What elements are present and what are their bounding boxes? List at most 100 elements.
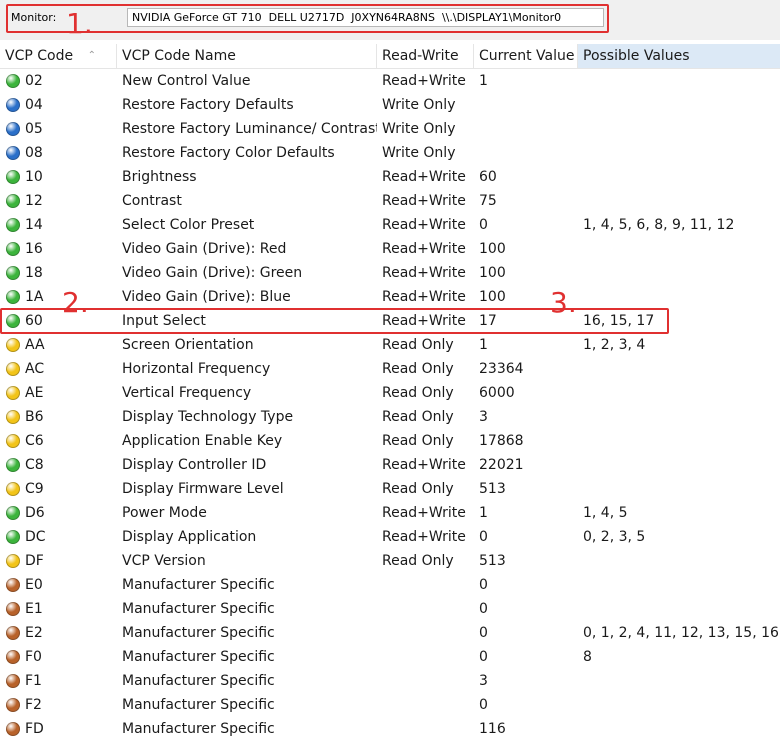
cell-vcp-code: 02 [25, 73, 43, 89]
status-dot-icon [6, 98, 20, 112]
table-row[interactable]: AE Vertical Frequency Read Only 6000 [0, 381, 780, 405]
cell-vcp-name: Restore Factory Luminance/ Contrast [122, 121, 377, 137]
cell-vcp-code: DF [25, 553, 44, 569]
table-row[interactable]: 18 Video Gain (Drive): Green Read+Write 100 [0, 261, 780, 285]
table-row[interactable]: C8 Display Controller ID Read+Write 22021 [0, 453, 780, 477]
cell-current-value: 0 [479, 697, 488, 713]
table-row[interactable]: DF VCP Version Read Only 513 [0, 549, 780, 573]
column-header-vcp-code[interactable]: VCP Code ⌃ [0, 44, 117, 68]
cell-vcp-code: 04 [25, 97, 43, 113]
cell-read-write: Read+Write [382, 241, 466, 257]
table-row[interactable]: 1A Video Gain (Drive): Blue Read+Write 100 [0, 285, 780, 309]
cell-vcp-name: Manufacturer Specific [122, 577, 275, 593]
table-row[interactable]: 04 Restore Factory Defaults Write Only [0, 93, 780, 117]
cell-current-value: 22021 [479, 457, 524, 473]
status-dot-icon [6, 410, 20, 424]
table-row[interactable]: 14 Select Color Preset Read+Write 0 1, 4, 5,… [0, 213, 780, 237]
cell-vcp-name: Application Enable Key [122, 433, 283, 449]
cell-current-value [479, 93, 578, 117]
table-row[interactable]: 08 Restore Factory Color Defaults Write On… [0, 141, 780, 165]
table-row[interactable]: F0 Manufacturer Specific 0 8 [0, 645, 780, 669]
cell-vcp-code: 14 [25, 217, 43, 233]
cell-read-write: Read+Write [382, 73, 466, 89]
table-row[interactable]: C9 Display Firmware Level Read Only 513 [0, 477, 780, 501]
cell-vcp-name: Screen Orientation [122, 337, 254, 353]
status-dot-icon [6, 242, 20, 256]
cell-current-value: 17868 [479, 433, 524, 449]
table-row[interactable]: E2 Manufacturer Specific 0 0, 1, 2, 4, 11, … [0, 621, 780, 645]
cell-vcp-code: D6 [25, 505, 45, 521]
cell-read-write: Read+Write [382, 193, 466, 209]
status-dot-icon [6, 122, 20, 136]
cell-read-write [382, 669, 474, 693]
column-header-possible-values[interactable]: Possible Values [578, 44, 780, 68]
status-dot-icon [6, 218, 20, 232]
cell-vcp-name: VCP Version [122, 553, 206, 569]
table-row[interactable]: 05 Restore Factory Luminance/ Contrast Wri… [0, 117, 780, 141]
table-row[interactable]: 16 Video Gain (Drive): Red Read+Write 100 [0, 237, 780, 261]
table-row[interactable]: B6 Display Technology Type Read Only 3 [0, 405, 780, 429]
status-dot-icon [6, 290, 20, 304]
cell-current-value: 0 [479, 577, 488, 593]
cell-possible-values: 1, 2, 3, 4 [583, 337, 646, 353]
cell-vcp-name: Video Gain (Drive): Blue [122, 289, 291, 305]
table-row[interactable]: AA Screen Orientation Read Only 1 1, 2, 3, 4 [0, 333, 780, 357]
cell-vcp-code: DC [25, 529, 46, 545]
status-dot-icon [6, 698, 20, 712]
status-dot-icon [6, 650, 20, 664]
table-row[interactable]: E0 Manufacturer Specific 0 [0, 573, 780, 597]
status-dot-icon [6, 170, 20, 184]
cell-current-value: 513 [479, 553, 506, 569]
annotation-number-1: 1. [66, 7, 93, 40]
cell-possible-values [583, 357, 780, 381]
table-row[interactable]: 12 Contrast Read+Write 75 [0, 189, 780, 213]
table-row[interactable]: FD Manufacturer Specific 116 [0, 717, 780, 741]
table-row[interactable]: E1 Manufacturer Specific 0 [0, 597, 780, 621]
cell-possible-values [583, 405, 780, 429]
cell-possible-values [583, 165, 780, 189]
cell-current-value: 3 [479, 673, 488, 689]
cell-current-value: 0 [479, 217, 488, 233]
table-row[interactable]: C6 Application Enable Key Read Only 17868 [0, 429, 780, 453]
cell-current-value: 100 [479, 241, 506, 257]
cell-current-value: 75 [479, 193, 497, 209]
annotation-number-2: 2. [62, 286, 89, 319]
cell-vcp-code: AA [25, 337, 45, 353]
status-dot-icon [6, 602, 20, 616]
cell-possible-values [583, 381, 780, 405]
cell-read-write: Read+Write [382, 505, 466, 521]
table-row[interactable]: 02 New Control Value Read+Write 1 [0, 69, 780, 93]
cell-vcp-name: Display Application [122, 529, 257, 545]
table-row[interactable]: F1 Manufacturer Specific 3 [0, 669, 780, 693]
cell-current-value: 0 [479, 601, 488, 617]
cell-vcp-name: Vertical Frequency [122, 385, 252, 401]
column-header-current-value[interactable]: Current Value [474, 44, 578, 68]
cell-vcp-name: Display Firmware Level [122, 481, 284, 497]
cell-possible-values [583, 429, 780, 453]
status-dot-icon [6, 554, 20, 568]
cell-vcp-name: New Control Value [122, 73, 251, 89]
column-header-vcp-name[interactable]: VCP Code Name [117, 44, 377, 68]
cell-vcp-name: Brightness [122, 169, 197, 185]
status-dot-icon [6, 74, 20, 88]
cell-vcp-name: Display Controller ID [122, 457, 267, 473]
cell-possible-values [583, 573, 780, 597]
cell-vcp-name: Manufacturer Specific [122, 601, 275, 617]
cell-possible-values [583, 189, 780, 213]
table-row[interactable]: DC Display Application Read+Write 0 0, 2, 3,… [0, 525, 780, 549]
cell-read-write: Read Only [382, 385, 454, 401]
cell-current-value [479, 141, 578, 165]
status-dot-icon [6, 458, 20, 472]
table-row[interactable]: F2 Manufacturer Specific 0 [0, 693, 780, 717]
cell-read-write: Read Only [382, 409, 454, 425]
table-header: VCP Code ⌃ VCP Code Name Read-Write Curr… [0, 44, 780, 69]
annotation-number-3: 3. [550, 286, 577, 319]
cell-read-write: Read Only [382, 361, 454, 377]
table-row[interactable]: D6 Power Mode Read+Write 1 1, 4, 5 [0, 501, 780, 525]
column-header-read-write[interactable]: Read-Write [377, 44, 474, 68]
table-row[interactable]: AC Horizontal Frequency Read Only 23364 [0, 357, 780, 381]
cell-current-value: 513 [479, 481, 506, 497]
table-row[interactable]: 10 Brightness Read+Write 60 [0, 165, 780, 189]
cell-current-value: 1 [479, 73, 488, 89]
cell-read-write [382, 717, 474, 741]
